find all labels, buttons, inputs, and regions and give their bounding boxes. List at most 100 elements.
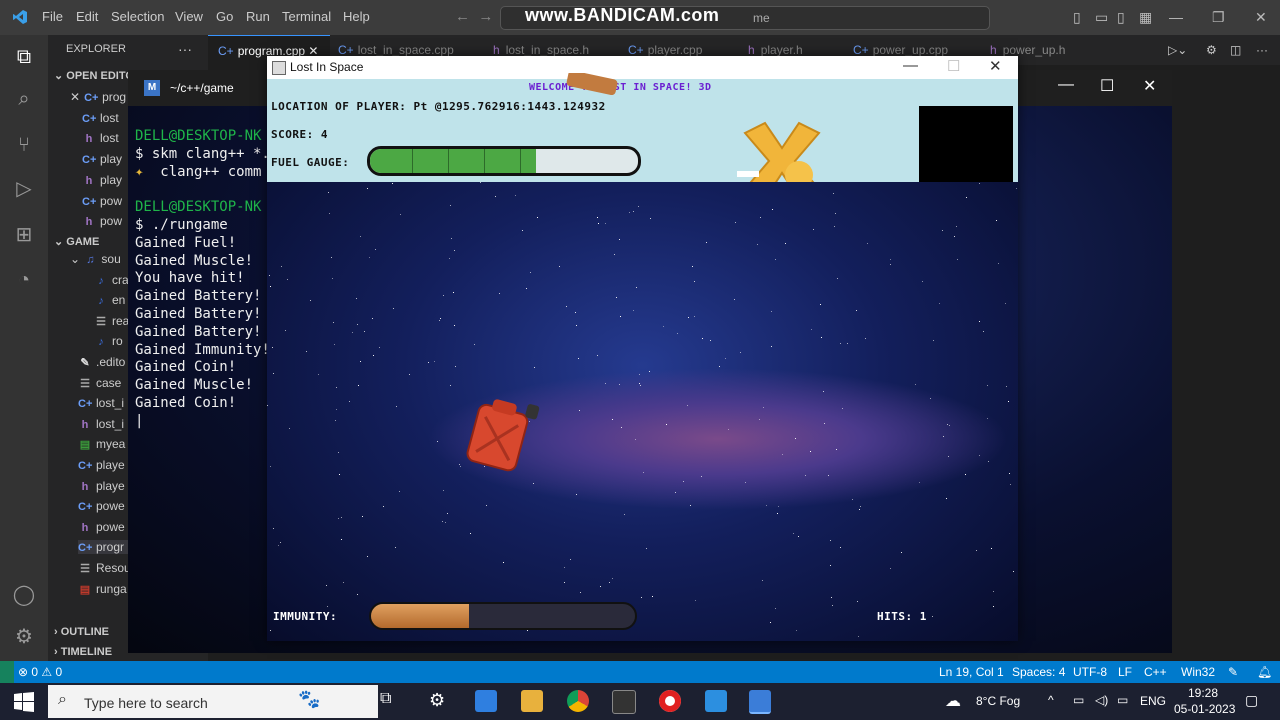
vscode-logo-icon[interactable] — [12, 9, 28, 25]
star — [623, 514, 625, 516]
open-editor-item[interactable]: C+ pow — [82, 194, 122, 208]
star — [629, 212, 631, 214]
settings-gear-icon[interactable]: ⚙ — [12, 625, 36, 649]
line-ending[interactable]: LF — [1118, 665, 1132, 679]
game-app-icon[interactable] — [749, 690, 771, 714]
clock-time[interactable]: 19:28 — [1188, 686, 1218, 700]
open-editor-item[interactable]: ✕ C+ prog — [70, 90, 126, 104]
file-item[interactable]: ▤ runga — [78, 582, 127, 596]
file-item[interactable]: ♪ cra — [94, 273, 128, 287]
terminal-app-icon[interactable] — [612, 690, 636, 714]
open-editors-label: OPEN EDITO — [66, 70, 134, 82]
run-code-icon[interactable]: ▷⌄ — [1168, 35, 1187, 65]
maximize-icon[interactable]: ❐ — [1212, 9, 1225, 26]
game-window[interactable]: Lost In Space — ☐ ✕ WELCOME TO LOST IN S… — [267, 56, 1018, 641]
language-mode[interactable]: C++ — [1144, 665, 1167, 679]
notification-center-icon[interactable]: ▢ — [1245, 692, 1258, 709]
open-editors-header[interactable]: ⌄ OPEN EDITO — [54, 69, 134, 82]
settings-app-icon[interactable]: ⚙ — [429, 690, 451, 712]
indentation[interactable]: Spaces: 4 — [1012, 665, 1065, 679]
layout-secondary-icon[interactable]: ▯ — [1117, 9, 1125, 26]
file-item[interactable]: h playe — [78, 479, 125, 493]
remote-explorer-icon[interactable]: ◔ — [12, 268, 36, 292]
outline-header[interactable]: › OUTLINE — [54, 626, 109, 638]
open-editor-item[interactable]: h lost — [82, 131, 119, 145]
explorer-icon[interactable]: ⧉ — [12, 45, 36, 69]
layout-sidebar-icon[interactable]: ▯ — [1073, 9, 1081, 26]
account-icon[interactable]: ◯ — [12, 583, 36, 607]
problems-indicator[interactable]: ⊗ 0 ⚠ 0 — [18, 665, 62, 679]
taskbar-search-box[interactable]: ⌕ Type here to search 🐾 — [48, 685, 378, 718]
menu-selection[interactable]: Selection — [111, 9, 164, 24]
menu-run[interactable]: Run — [246, 9, 270, 24]
weather-text[interactable]: 8°C Fog — [976, 694, 1020, 708]
file-item[interactable]: C+ lost_i — [78, 396, 124, 410]
open-editor-item[interactable]: C+ lost — [82, 111, 119, 125]
menu-edit[interactable]: Edit — [76, 9, 98, 24]
network-icon[interactable]: ▭ — [1073, 693, 1084, 707]
notifications-bell-icon[interactable]: 🔔︎ — [1257, 665, 1272, 679]
open-editor-item[interactable]: C+ play — [82, 152, 122, 166]
file-item[interactable]: ♪ ro — [94, 334, 122, 348]
source-control-icon[interactable]: ⑂ — [12, 133, 36, 157]
menu-go[interactable]: Go — [216, 9, 233, 24]
menu-view[interactable]: View — [175, 9, 203, 24]
open-editor-item[interactable]: h play — [82, 173, 122, 187]
file-explorer-icon[interactable] — [521, 690, 543, 712]
file-item[interactable]: h powe — [78, 520, 125, 534]
file-item[interactable]: h lost_i — [78, 417, 124, 431]
game-folder-header[interactable]: ⌄ GAME — [54, 235, 99, 248]
remote-indicator-icon[interactable] — [0, 661, 14, 683]
terminal-maximize-icon[interactable]: ☐ — [1100, 76, 1114, 96]
store-app-icon[interactable] — [475, 690, 497, 712]
chrome-icon[interactable] — [567, 690, 589, 712]
star — [285, 330, 287, 332]
close-icon[interactable]: ✕ — [1255, 9, 1267, 26]
weather-icon[interactable]: ☁ — [945, 691, 961, 711]
search-icon[interactable]: ⌕ — [12, 87, 36, 111]
minimize-icon[interactable]: — — [1169, 9, 1183, 25]
cursor-position[interactable]: Ln 19, Col 1 — [939, 665, 1004, 679]
volume-icon[interactable]: ◁) — [1095, 693, 1108, 707]
star — [946, 423, 948, 425]
task-view-icon[interactable]: ⧉ — [380, 690, 402, 712]
extensions-icon[interactable]: ⊞ — [12, 223, 36, 247]
battery-icon[interactable]: ▭ — [1117, 693, 1128, 707]
file-item[interactable]: ✎ .edito — [78, 355, 125, 369]
tray-overflow-icon[interactable]: ^ — [1048, 693, 1054, 707]
clock-date[interactable]: 05-01-2023 — [1174, 702, 1235, 716]
bandicam-app-icon[interactable] — [659, 690, 681, 712]
settings-icon[interactable]: ⚙ — [1206, 35, 1217, 65]
file-item[interactable]: ▤ myea — [78, 437, 126, 451]
close-icon[interactable]: ✕ — [70, 90, 80, 104]
nav-back-forward-icon[interactable]: ← → — [455, 8, 493, 25]
split-editor-icon[interactable]: ◫ — [1230, 35, 1241, 65]
more-icon[interactable]: ··· — [1256, 35, 1268, 65]
terminal-minimize-icon[interactable]: — — [1058, 76, 1074, 94]
language-indicator[interactable]: ENG — [1140, 694, 1166, 708]
menu-file[interactable]: File — [42, 9, 63, 24]
file-item[interactable]: ☰ rea — [94, 314, 129, 328]
menu-terminal[interactable]: Terminal — [282, 9, 331, 24]
windows-start-icon[interactable] — [14, 692, 34, 712]
customize-layout-icon[interactable]: ▦ — [1139, 9, 1152, 26]
open-editor-item[interactable]: h pow — [82, 214, 122, 228]
timeline-header[interactable]: › TIMELINE — [54, 646, 112, 658]
more-actions-icon[interactable]: ··· — [178, 41, 192, 57]
file-item[interactable]: ☰ Resou — [78, 561, 131, 575]
folder-item[interactable]: ⌄ ♫ sou — [70, 252, 121, 266]
game-close-icon[interactable]: ✕ — [989, 57, 1002, 75]
file-item[interactable]: ☰ case — [78, 376, 121, 390]
feedback-icon[interactable]: ✎ — [1228, 665, 1238, 679]
menu-help[interactable]: Help — [343, 9, 370, 24]
file-item[interactable]: ♪ en — [94, 293, 125, 307]
run-debug-icon[interactable]: ▷ — [12, 177, 36, 201]
platform-config[interactable]: Win32 — [1181, 665, 1215, 679]
file-encoding[interactable]: UTF-8 — [1073, 665, 1107, 679]
file-item[interactable]: C+ powe — [78, 499, 125, 513]
vscode-app-icon[interactable] — [705, 690, 727, 712]
game-minimize-icon[interactable]: — — [903, 57, 918, 74]
file-item[interactable]: C+ playe — [78, 458, 125, 472]
layout-panel-icon[interactable]: ▭ — [1095, 9, 1108, 26]
terminal-close-icon[interactable]: ✕ — [1143, 76, 1156, 96]
